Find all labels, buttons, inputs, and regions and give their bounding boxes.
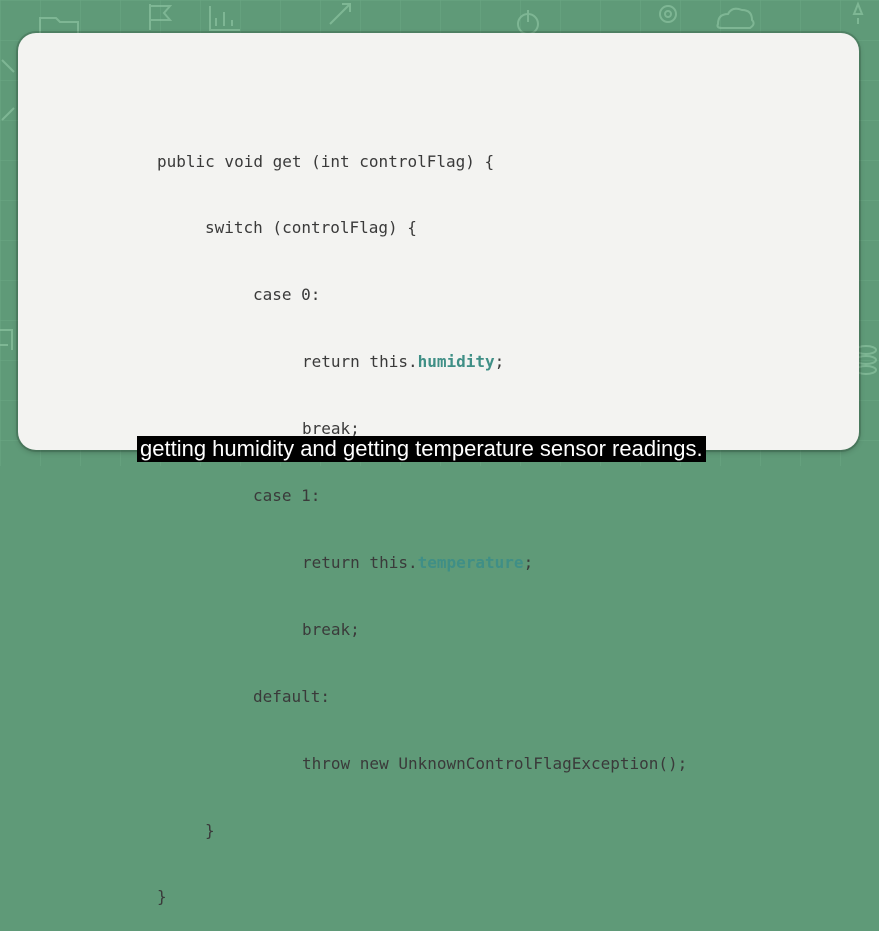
code-text: return this.	[302, 352, 418, 372]
code-line-case-0: case 0:	[253, 285, 321, 305]
code-text: ;	[523, 552, 534, 572]
code-line-return-temperature: return this.temperature;	[157, 552, 687, 574]
field-temperature: temperature	[417, 552, 524, 572]
code-line-close-method: }	[157, 887, 167, 907]
video-subtitle: getting humidity and getting temperature…	[137, 436, 706, 462]
code-text: ;	[494, 352, 505, 372]
code-line-close-switch: }	[205, 820, 215, 840]
code-block: public void get (int controlFlag) { swit…	[157, 106, 687, 931]
code-line-method-signature: public void get (int controlFlag) {	[157, 151, 495, 171]
code-text: return this.	[302, 552, 418, 572]
code-line-break-2: break;	[302, 619, 360, 639]
code-line-switch: switch (controlFlag) {	[205, 218, 417, 238]
code-line-throw: throw new UnknownControlFlagException();	[302, 753, 688, 773]
code-line-case-1: case 1:	[253, 486, 321, 506]
field-humidity: humidity	[417, 352, 495, 372]
code-line-return-humidity: return this.humidity;	[157, 351, 687, 373]
code-line-default: default:	[253, 686, 331, 706]
